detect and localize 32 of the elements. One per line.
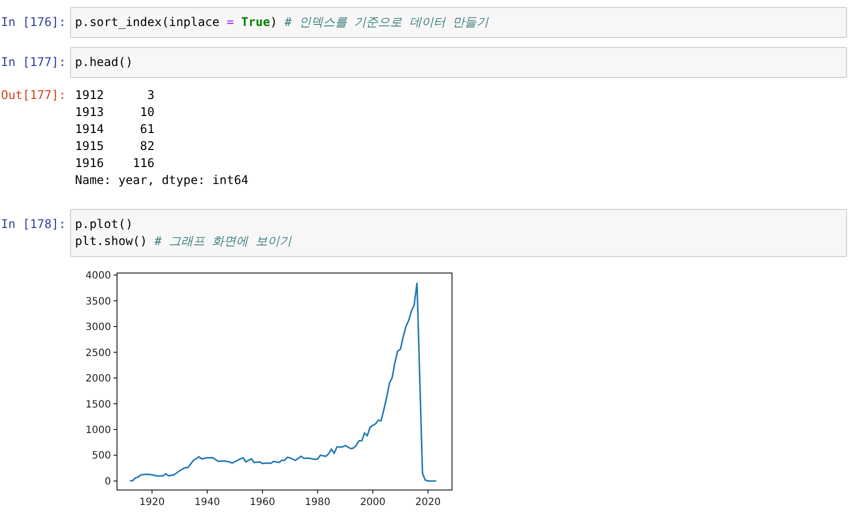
tick-label: 3500 bbox=[86, 296, 111, 308]
tick-label: 0 bbox=[104, 476, 111, 488]
output-line: 1916 116 bbox=[75, 155, 154, 172]
code-line: p.sort_index(inplace = True) # 인덱스를 기준으로 데이터 만들기 bbox=[75, 14, 489, 31]
tick-label: 1500 bbox=[86, 399, 111, 410]
tick-label: 4000 bbox=[86, 270, 111, 282]
tick-label: 1940 bbox=[194, 497, 220, 508]
input-prompt: In [177]: bbox=[0, 54, 67, 71]
tick-label: 1980 bbox=[304, 497, 330, 508]
output-line: 1915 82 bbox=[75, 138, 154, 155]
tick-label: 2000 bbox=[86, 374, 111, 385]
code-line: p.head() bbox=[75, 54, 133, 71]
tick-label: 1960 bbox=[250, 497, 276, 508]
code-input-cell[interactable]: p.plot() plt.show() # 그래프 화면에 보이기 bbox=[70, 209, 847, 257]
tick-label: 500 bbox=[92, 450, 111, 462]
output-prompt: Out[177]: bbox=[0, 87, 67, 104]
code-input-cell[interactable]: p.head() bbox=[70, 47, 847, 78]
tick-label: 3000 bbox=[86, 322, 111, 334]
code-input-cell[interactable]: p.sort_index(inplace = True) # 인덱스를 기준으로 데이터 만들기 bbox=[70, 7, 847, 38]
output-line: Name: year, dtype: int64 bbox=[75, 172, 248, 189]
output-line: 1914 61 bbox=[75, 121, 154, 138]
tick-label: 2000 bbox=[360, 497, 386, 508]
input-prompt: In [176]: bbox=[0, 14, 67, 31]
output-line: 1913 10 bbox=[75, 104, 154, 121]
code-line: plt.show() # 그래프 화면에 보이기 bbox=[75, 233, 292, 250]
input-prompt: In [178]: bbox=[0, 216, 67, 233]
code-line: p.plot() bbox=[75, 216, 133, 233]
tick-label: 1000 bbox=[86, 425, 111, 436]
output-line: 1912 3 bbox=[75, 87, 154, 104]
tick-label: 2020 bbox=[415, 497, 441, 508]
tick-label: 2500 bbox=[86, 348, 111, 359]
tick-label: 1920 bbox=[139, 497, 165, 508]
